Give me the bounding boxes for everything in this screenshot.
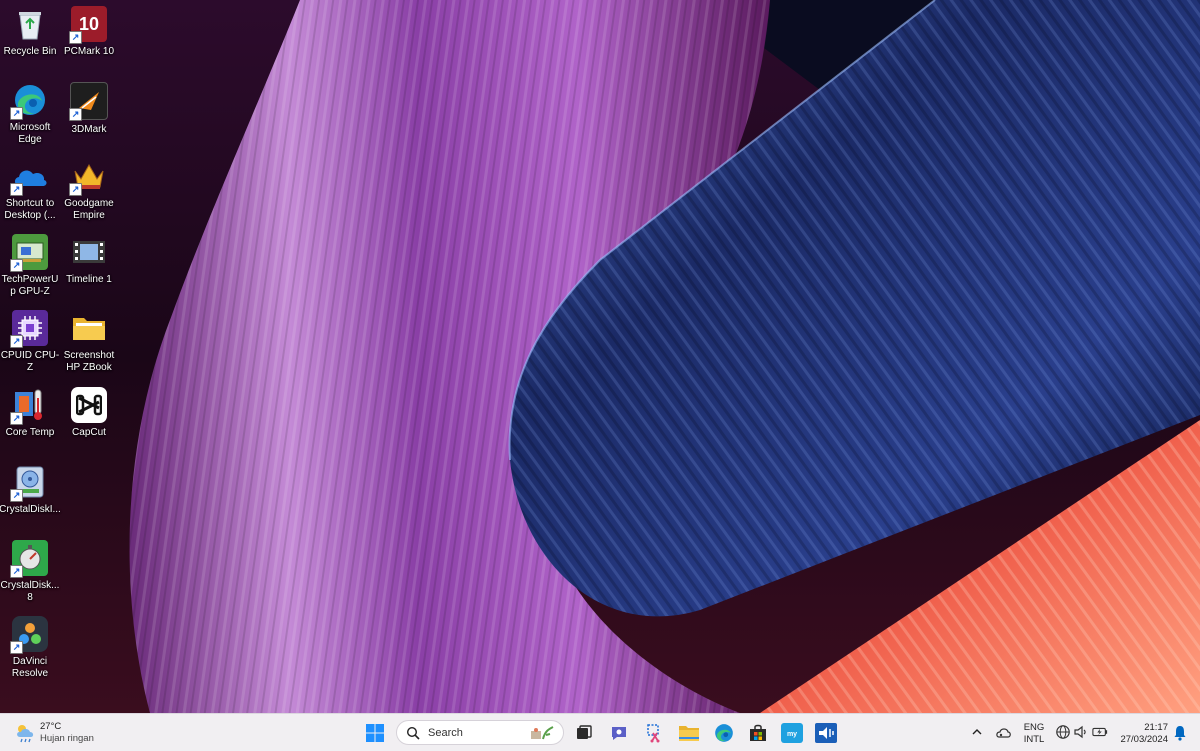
chat-button[interactable]	[607, 721, 631, 745]
snipping-tool-icon	[647, 724, 660, 743]
desktop-icon-goodgame-empire[interactable]: ↗ Goodgame Empire	[59, 154, 119, 226]
store-icon	[750, 724, 766, 741]
edge-taskbar-button[interactable]	[712, 721, 736, 745]
weather-temperature: 27°C	[40, 721, 62, 732]
desktop-icon-label: Recycle Bin	[3, 46, 57, 57]
3dmark-icon: ↗	[69, 82, 108, 121]
desktop-wallpaper	[0, 0, 1200, 713]
notification-bell-icon[interactable]	[1173, 725, 1187, 741]
weather-cloud-tray-icon[interactable]	[995, 724, 1011, 740]
desktop-icon-crystaldiskmark[interactable]: ↗ CrystalDisk... 8	[0, 536, 60, 608]
taskbar-search-box[interactable]: Search	[396, 720, 564, 745]
store-button[interactable]	[746, 721, 770, 745]
snipping-tool-button[interactable]	[643, 721, 667, 745]
weather-widget[interactable]: 27°C Hujan ringan	[14, 720, 124, 746]
battery-charging-icon[interactable]	[1092, 724, 1108, 740]
desktop-icon-gpuz[interactable]: ↗ TechPowerUp GPU-Z	[0, 230, 60, 302]
desktop-icon-label: TechPowerUp GPU-Z	[1, 274, 59, 297]
desktop-icon-label: CPUID CPU-Z	[0, 350, 60, 373]
task-view-icon	[577, 725, 592, 739]
desktop-icon-label: Goodgame Empire	[64, 198, 114, 221]
search-highlight-icon	[531, 726, 554, 740]
desktop-icon-crystaldiskinfo[interactable]: ↗ CrystalDiskI...	[0, 460, 61, 532]
desktop-icon-timeline-1[interactable]: Timeline 1	[59, 230, 119, 302]
desktop-icon-microsoft-edge[interactable]: ↗ Microsoft Edge	[0, 78, 60, 150]
davinci-resolve-icon: ↗	[10, 616, 48, 654]
network-globe-icon[interactable]	[1055, 724, 1071, 740]
desktop-icon-label: DaVinci Resolve	[11, 656, 49, 679]
core-temp-icon: ↗	[10, 387, 48, 425]
desktop-icon-recycle-bin[interactable]: Recycle Bin	[0, 2, 60, 74]
desktop-icon-label: 3DMark	[71, 124, 107, 135]
svg-text:my: my	[787, 731, 797, 738]
capcut-icon	[71, 387, 107, 423]
desktop-icon-capcut[interactable]: CapCut	[59, 383, 119, 455]
folder-icon	[71, 310, 107, 346]
gpuz-icon: ↗	[10, 234, 48, 272]
desktop-icon-pcmark10[interactable]: 10 ↗ PCMark 10	[59, 2, 119, 74]
weather-rain-icon	[14, 722, 36, 744]
edge-icon	[715, 724, 733, 742]
pcmark10-icon: 10 ↗	[69, 6, 107, 44]
desktop-icon-label: Shortcut to Desktop (...	[4, 198, 56, 221]
desktop-icon-label: Timeline 1	[66, 274, 112, 285]
desktop-icon-cpuz[interactable]: ↗ CPUID CPU-Z	[0, 306, 60, 378]
desktop-icon-shortcut-to-desktop[interactable]: ↗ Shortcut to Desktop (...	[0, 154, 60, 226]
chat-icon	[612, 727, 626, 740]
desktop-icon-3dmark[interactable]: ↗ 3DMark	[59, 78, 119, 150]
audio-app-button[interactable]	[814, 721, 838, 745]
desktop-icon-davinci-resolve[interactable]: ↗ DaVinci Resolve	[0, 612, 60, 684]
desktop-icon-label: CrystalDisk... 8	[0, 580, 60, 603]
file-explorer-icon	[679, 726, 699, 741]
file-explorer-button[interactable]	[677, 721, 701, 745]
system-clock[interactable]: 21:17 27/03/2024	[1118, 722, 1168, 746]
edge-icon: ↗	[10, 82, 48, 120]
desktop-icon-label: CapCut	[72, 427, 106, 438]
crystaldiskmark-icon: ↗	[10, 540, 48, 578]
start-button[interactable]	[363, 721, 387, 745]
keyboard-layout: INTL	[1023, 734, 1045, 745]
volume-icon[interactable]	[1073, 724, 1089, 740]
clock-date: 27/03/2024	[1120, 734, 1168, 745]
windows-start-icon	[366, 724, 384, 742]
cpuz-icon: ↗	[10, 310, 48, 348]
wallpaper-art	[0, 0, 1200, 713]
desktop-icon-screenshot-folder[interactable]: Screenshot HP ZBook	[59, 306, 119, 378]
input-language-indicator[interactable]: ENG INTL	[1022, 722, 1046, 746]
mydigi-icon: my	[781, 723, 803, 743]
goodgame-empire-icon: ↗	[69, 158, 107, 196]
search-icon	[406, 726, 420, 740]
search-placeholder: Search	[428, 726, 463, 739]
mydigi-button[interactable]: my	[780, 721, 804, 745]
weather-condition: Hujan ringan	[40, 733, 94, 744]
recycle-bin-icon	[12, 6, 48, 42]
task-view-button[interactable]	[572, 721, 596, 745]
taskbar: 27°C Hujan ringan Search my ENG INTL 21:…	[0, 713, 1200, 751]
desktop-icon-label: Core Temp	[5, 427, 55, 438]
onedrive-icon: ↗	[10, 158, 48, 196]
timeline-icon	[71, 234, 107, 270]
audio-app-icon	[815, 723, 837, 743]
show-hidden-icons-chevron-icon[interactable]	[971, 726, 983, 738]
desktop-icon-label: CrystalDiskI...	[0, 504, 61, 515]
desktop-icon-label: Microsoft Edge	[9, 122, 51, 145]
desktop-icon-core-temp[interactable]: ↗ Core Temp	[0, 383, 60, 455]
language-code: ENG	[1023, 722, 1045, 733]
desktop-icon-label: Screenshot HP ZBook	[63, 350, 115, 373]
desktop-icon-label: PCMark 10	[63, 46, 114, 57]
crystaldiskinfo-icon: ↗	[10, 464, 48, 502]
clock-time: 21:17	[1144, 722, 1168, 733]
